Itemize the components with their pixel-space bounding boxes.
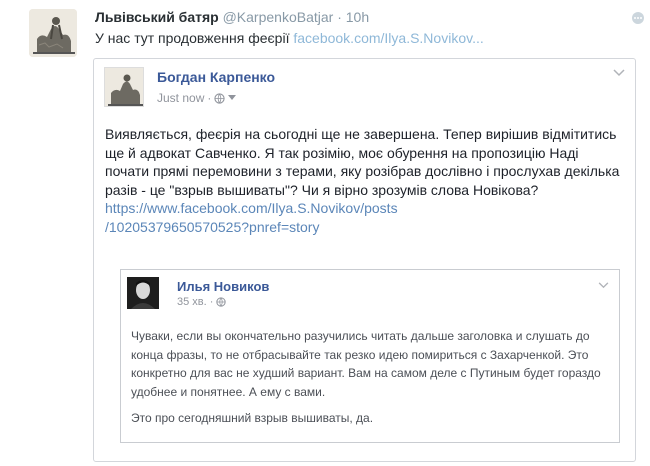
fb-post-link-part1[interactable]: https://www.facebook.com/Ilya.S.Novikov/… [105, 200, 398, 216]
vintage-illustration-avatar [105, 68, 143, 106]
quoted-paragraph-2: Это про сегодняшний взрыв вышиваты, да. [131, 411, 374, 425]
tweet-separator: · [337, 9, 342, 25]
vintage-illustration-avatar [29, 9, 77, 57]
fb-author-avatar[interactable] [104, 67, 144, 107]
quoted-post-body: Чуваки, если вы окончательно разучились … [131, 327, 611, 428]
fb-meta-separator: · [207, 91, 212, 105]
fb-post-body: Виявляється, феєрія на сьогодні ще не за… [105, 125, 625, 236]
facebook-post-embed[interactable]: Богдан Карпенко Just now · Виявляється, … [93, 58, 636, 462]
globe-icon[interactable] [214, 92, 225, 104]
tweet-link[interactable]: facebook.com/Ilya.S.Novikov... [293, 30, 483, 46]
tweet-author-name[interactable]: Львівський батяр [95, 9, 219, 25]
globe-icon[interactable] [216, 297, 227, 307]
fb-post-link-part2[interactable]: /10205379650570525?pnref=story [105, 219, 319, 235]
quoted-paragraph-1: Чуваки, если вы окончательно разучились … [131, 329, 601, 399]
quoted-post-meta: 35 хв. · [177, 296, 227, 308]
chevron-down-icon[interactable] [228, 95, 237, 101]
quoted-post[interactable]: Илья Новиков 35 хв. · Чуваки, если вы ок… [120, 269, 620, 443]
quoted-meta-separator: · [209, 296, 214, 308]
fb-post-text: Виявляється, феєрія на сьогодні ще не за… [105, 126, 620, 198]
tweet-author-handle[interactable]: @KarpenkoBatjar [223, 9, 334, 25]
fb-post-time[interactable]: Just now [157, 91, 204, 105]
quoted-author-avatar[interactable] [127, 277, 159, 309]
fb-post-meta: Just now · [157, 91, 237, 105]
tweet-timestamp[interactable]: 10h [346, 9, 369, 25]
chevron-down-icon[interactable] [613, 69, 625, 77]
chevron-down-icon[interactable] [598, 282, 609, 289]
quoted-post-time[interactable]: 35 хв. [177, 296, 207, 308]
tweet-header: Львівський батяр @KarpenkoBatjar · 10h [95, 9, 369, 25]
dots-icon[interactable] [631, 11, 645, 25]
fb-author-name[interactable]: Богдан Карпенко [157, 69, 275, 85]
tweet-text: У нас тут продовження феєрії facebook.co… [95, 30, 484, 46]
quoted-author-name[interactable]: Илья Новиков [177, 279, 269, 294]
tweet-author-avatar[interactable] [29, 9, 77, 57]
portrait-avatar [127, 277, 159, 309]
tweet: Львівський батяр @KarpenkoBatjar · 10h У… [0, 0, 650, 466]
tweet-text-content: У нас тут продовження феєрії [95, 30, 290, 46]
